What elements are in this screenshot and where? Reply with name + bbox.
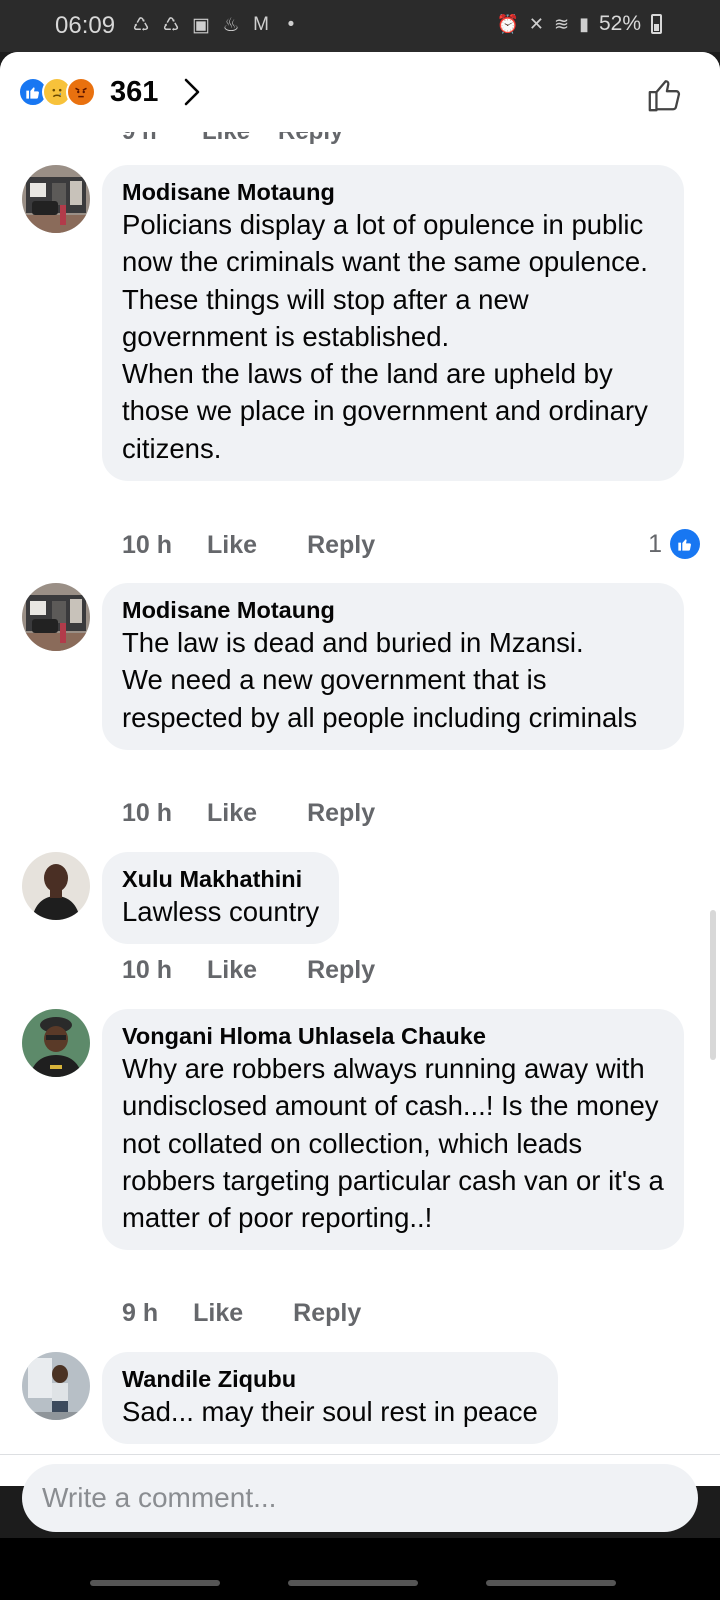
comments-sheet: 361 9 h Like Reply Modisane bbox=[0, 52, 720, 1486]
nav-home-button[interactable] bbox=[288, 1580, 418, 1586]
status-time: 06:09 bbox=[55, 12, 116, 39]
reply-button[interactable]: Reply bbox=[293, 1299, 361, 1328]
avatar[interactable] bbox=[22, 165, 90, 233]
battery-level: 52% bbox=[598, 12, 641, 35]
comment-actions: 9 h Like Reply bbox=[122, 1299, 361, 1328]
comment-text: Sad... may their soul rest in peace bbox=[122, 1396, 538, 1427]
system-navigation-bar bbox=[0, 1538, 720, 1600]
comment-actions: 10 h Like Reply bbox=[122, 531, 375, 560]
like-reaction-icon bbox=[670, 529, 700, 559]
s-app-icon: ▣ bbox=[192, 15, 210, 36]
comment-composer[interactable] bbox=[22, 1464, 698, 1532]
dot-icon: • bbox=[287, 14, 295, 35]
like-post-button[interactable] bbox=[646, 76, 684, 114]
comment-time: 10 h bbox=[122, 956, 173, 984]
comment-text: Why are robbers always running away with… bbox=[122, 1053, 664, 1234]
comment-input[interactable] bbox=[42, 1482, 698, 1514]
angry-reaction-icon bbox=[66, 77, 96, 107]
previous-reply-button[interactable]: Reply bbox=[278, 132, 343, 146]
comment-time: 9 h bbox=[122, 1299, 159, 1327]
mute-icon: ✕ bbox=[528, 13, 544, 34]
sync-icon: ♺ bbox=[162, 15, 180, 36]
comment-bubble[interactable]: Wandile Ziqubu Sad... may their soul res… bbox=[102, 1352, 558, 1445]
comment-author[interactable]: Modisane Motaung bbox=[122, 596, 664, 624]
avatar[interactable] bbox=[22, 1352, 90, 1420]
comment-text: The law is dead and buried in Mzansi. We… bbox=[122, 627, 638, 733]
nav-back-button[interactable] bbox=[486, 1580, 616, 1586]
comment-author[interactable]: Wandile Ziqubu bbox=[122, 1365, 538, 1393]
comment-bubble[interactable]: Modisane Motaung Policians display a lot… bbox=[102, 165, 684, 482]
avatar[interactable] bbox=[22, 583, 90, 651]
nav-recent-button[interactable] bbox=[90, 1580, 220, 1586]
avatar[interactable] bbox=[22, 1009, 90, 1077]
reaction-summary[interactable] bbox=[18, 77, 96, 109]
comment-bubble[interactable]: Vongani Hloma Uhlasela Chauke Why are ro… bbox=[102, 1009, 684, 1251]
comment-actions: 10 h Like Reply bbox=[122, 956, 375, 985]
gmail-icon: M bbox=[253, 14, 269, 35]
comment-author[interactable]: Xulu Makhathini bbox=[122, 865, 319, 893]
system-icons: ⏰ ✕ ≋ ▮ 52% bbox=[496, 12, 662, 36]
reply-button[interactable]: Reply bbox=[307, 531, 375, 560]
scrollbar[interactable] bbox=[710, 910, 716, 1060]
comment-bubble[interactable]: Modisane Motaung The law is dead and bur… bbox=[102, 583, 684, 750]
comment-author[interactable]: Modisane Motaung bbox=[122, 178, 664, 206]
reactions-header: 361 bbox=[0, 52, 720, 132]
avatar[interactable] bbox=[22, 852, 90, 920]
comment-reaction-count[interactable]: 1 bbox=[648, 529, 700, 559]
previous-like-button[interactable]: Like bbox=[202, 132, 250, 146]
like-button[interactable]: Like bbox=[207, 956, 257, 985]
comment-actions: 10 h Like Reply bbox=[122, 799, 375, 828]
comment-text: Lawless country bbox=[122, 896, 320, 927]
comment-like-count: 1 bbox=[648, 529, 662, 558]
alarm-icon: ⏰ bbox=[496, 13, 519, 34]
like-button[interactable]: Like bbox=[193, 1299, 243, 1328]
status-bar: 06:09 ♺ ♺ ▣ ♨ M • ⏰ ✕ ≋ ▮ 52% bbox=[0, 0, 720, 52]
reply-button[interactable]: Reply bbox=[307, 799, 375, 828]
previous-comment-time: 9 h bbox=[122, 132, 157, 146]
signal-icon: ▮ bbox=[579, 13, 589, 34]
comment-author[interactable]: Vongani Hloma Uhlasela Chauke bbox=[122, 1022, 664, 1050]
comment-time: 10 h bbox=[122, 531, 173, 559]
like-button[interactable]: Like bbox=[207, 531, 257, 560]
comment-time: 10 h bbox=[122, 799, 173, 827]
reaction-count[interactable]: 361 bbox=[110, 76, 158, 109]
comment-text: Policians display a lot of opulence in p… bbox=[122, 209, 648, 464]
previous-comment-actions: 9 h Like Reply bbox=[120, 132, 380, 146]
like-button[interactable]: Like bbox=[207, 799, 257, 828]
reply-button[interactable]: Reply bbox=[307, 956, 375, 985]
notification-icon: ♨ bbox=[222, 15, 240, 36]
notification-icons: ♺ ♺ ▣ ♨ M • bbox=[130, 14, 302, 37]
chevron-right-icon[interactable] bbox=[178, 74, 208, 110]
sync-icon: ♺ bbox=[132, 15, 150, 36]
battery-icon bbox=[651, 14, 662, 34]
wifi-icon: ≋ bbox=[553, 13, 570, 34]
comment-bubble[interactable]: Xulu Makhathini Lawless country bbox=[102, 852, 340, 945]
divider bbox=[0, 1454, 720, 1455]
